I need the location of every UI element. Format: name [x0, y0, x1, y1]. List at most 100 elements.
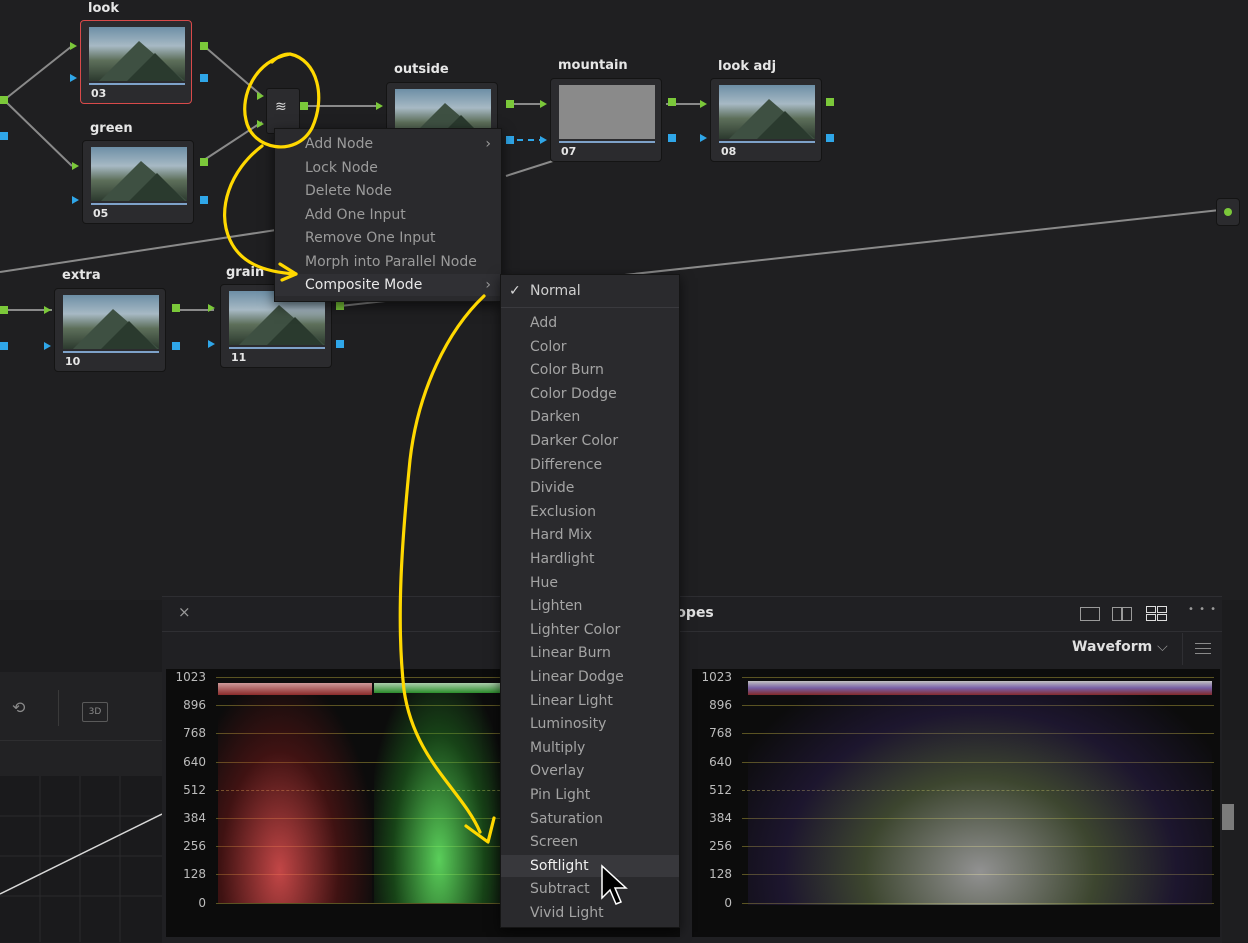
loop-icon[interactable]: ⟲ — [12, 698, 25, 717]
node-output-port[interactable] — [668, 98, 676, 106]
scope-settings-button[interactable] — [1182, 633, 1223, 665]
y-axis-tick-label: 1023 — [701, 670, 732, 684]
composite-mode-item[interactable]: Overlay — [501, 760, 679, 782]
context-menu-item[interactable]: Lock Node — [275, 157, 501, 179]
node-key-input-port[interactable] — [70, 74, 77, 82]
composite-mode-item[interactable]: Color Burn — [501, 359, 679, 381]
close-icon[interactable]: × — [178, 603, 191, 621]
node-input-port[interactable] — [208, 304, 215, 312]
node-output-port[interactable] — [172, 304, 180, 312]
composite-mode-item[interactable]: Softlight — [501, 854, 679, 877]
node-key-input-port[interactable] — [208, 340, 215, 348]
composite-mode-item[interactable]: Vivid Light — [501, 902, 679, 924]
timeline-output-node[interactable] — [1216, 198, 1240, 226]
node-output-port[interactable] — [826, 98, 834, 106]
composite-mode-label: Lighten — [530, 598, 583, 615]
composite-mode-item[interactable]: Pin Light — [501, 784, 679, 806]
source-key-port[interactable] — [0, 132, 8, 140]
node-key-input-port[interactable] — [72, 196, 79, 204]
scope-type-dropdown[interactable]: Waveform ⌵ — [1072, 639, 1168, 655]
context-menu-item[interactable]: Remove One Input — [275, 227, 501, 249]
node-input-port[interactable] — [376, 102, 383, 110]
single-layout-icon[interactable] — [1080, 607, 1100, 621]
mixer-input-port[interactable] — [257, 92, 264, 100]
node-number: 08 — [721, 145, 737, 158]
composite-mode-item[interactable]: Hard Mix — [501, 524, 679, 546]
dual-layout-icon[interactable] — [1112, 607, 1122, 621]
y-axis-tick-label: 768 — [709, 726, 732, 741]
more-options-icon[interactable]: • • • — [1188, 604, 1217, 615]
node-key-output-port[interactable] — [336, 340, 344, 348]
node-input-port[interactable] — [700, 100, 707, 108]
node-key-output-port[interactable] — [172, 342, 180, 350]
node-output-port[interactable] — [200, 158, 208, 166]
context-menu-item[interactable]: Composite Mode › — [275, 274, 501, 296]
node-key-output-port[interactable] — [506, 136, 514, 144]
node-key-input-port[interactable] — [700, 134, 707, 142]
context-menu-item[interactable]: Delete Node — [275, 180, 501, 202]
composite-mode-item[interactable]: Saturation — [501, 808, 679, 830]
source-output-port[interactable] — [0, 96, 8, 104]
node-key-input-port[interactable] — [540, 136, 547, 144]
composite-mode-item[interactable]: Linear Burn — [501, 642, 679, 664]
composite-mode-item[interactable]: Darken — [501, 406, 679, 428]
composite-mode-item[interactable]: Lighter Color — [501, 619, 679, 641]
context-menu-item-label: Morph into Parallel Node — [305, 253, 477, 270]
composite-mode-item[interactable]: Hardlight — [501, 548, 679, 570]
waveform-green-channel — [374, 685, 504, 903]
node-03[interactable]: 03 — [80, 20, 192, 104]
chevron-right-icon: › — [485, 136, 491, 152]
context-menu-item[interactable]: Add One Input — [275, 204, 501, 226]
mixer-input-port[interactable] — [257, 120, 264, 128]
context-menu-item[interactable]: Morph into Parallel Node — [275, 251, 501, 273]
composite-mode-item[interactable]: ✓ Normal — [501, 280, 679, 302]
composite-mode-label: Softlight — [530, 857, 589, 874]
composite-mode-item[interactable]: Lighten — [501, 595, 679, 617]
node-output-port[interactable] — [200, 42, 208, 50]
node-key-output-port[interactable] — [200, 196, 208, 204]
composite-mode-item[interactable]: Subtract — [501, 878, 679, 900]
composite-mode-item[interactable]: Color — [501, 336, 679, 358]
node-output-port[interactable] — [336, 302, 344, 310]
quad-layout-icon[interactable] — [1146, 606, 1167, 621]
composite-mode-item[interactable]: Color Dodge — [501, 383, 679, 405]
node-context-menu: Add Node › Lock Node Delete Node Add One Inp… — [274, 128, 502, 302]
node-08[interactable]: 08 — [710, 78, 822, 162]
node-10[interactable]: 10 — [54, 288, 166, 372]
source-key-port[interactable] — [0, 342, 8, 350]
node-key-input-port[interactable] — [44, 342, 51, 350]
node-key-output-port[interactable] — [668, 134, 676, 142]
composite-mode-item[interactable]: Screen — [501, 831, 679, 853]
composite-mode-item[interactable]: Divide — [501, 477, 679, 499]
composite-mode-item[interactable]: Multiply — [501, 737, 679, 759]
scope-gridline — [742, 677, 1214, 678]
scrollbar-thumb[interactable] — [1222, 804, 1234, 830]
node-input-port[interactable] — [540, 100, 547, 108]
node-output-port[interactable] — [506, 100, 514, 108]
composite-mode-label: Saturation — [530, 810, 603, 827]
composite-mode-item[interactable]: Add — [501, 312, 679, 334]
node-input-port[interactable] — [72, 162, 79, 170]
node-input-port[interactable] — [70, 42, 77, 50]
node-thumbnail — [559, 85, 655, 139]
curve-editor[interactable] — [0, 776, 162, 942]
node-input-port[interactable] — [44, 306, 51, 314]
node-05[interactable]: 05 — [82, 140, 194, 224]
context-menu-item[interactable]: Add Node › — [275, 133, 501, 155]
composite-mode-item[interactable]: Linear Dodge — [501, 666, 679, 688]
composite-mode-item[interactable]: Darker Color — [501, 430, 679, 452]
composite-mode-label: Multiply — [530, 739, 586, 756]
composite-mode-item[interactable]: Linear Light — [501, 690, 679, 712]
node-label-green: green — [90, 121, 133, 136]
node-key-output-port[interactable] — [826, 134, 834, 142]
3d-badge[interactable]: 3D — [82, 702, 108, 722]
composite-mode-item[interactable]: Difference — [501, 454, 679, 476]
source-output-port[interactable] — [0, 306, 8, 314]
composite-mode-item[interactable]: Luminosity — [501, 713, 679, 735]
composite-mode-item[interactable]: Hue — [501, 572, 679, 594]
composite-mode-item[interactable]: Exclusion — [501, 501, 679, 523]
mixer-output-port[interactable] — [300, 102, 308, 110]
composite-mode-label: Subtract — [530, 881, 590, 898]
node-key-output-port[interactable] — [200, 74, 208, 82]
node-07[interactable]: 07 — [550, 78, 662, 162]
